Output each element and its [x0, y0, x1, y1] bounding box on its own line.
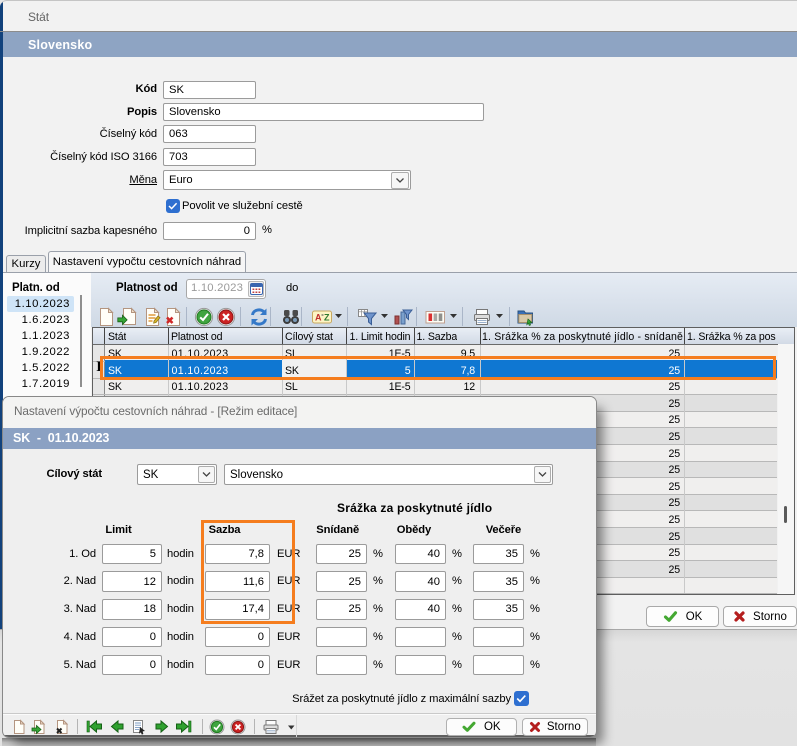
svg-text:Z: Z [324, 312, 330, 322]
svg-text:A: A [315, 312, 322, 322]
